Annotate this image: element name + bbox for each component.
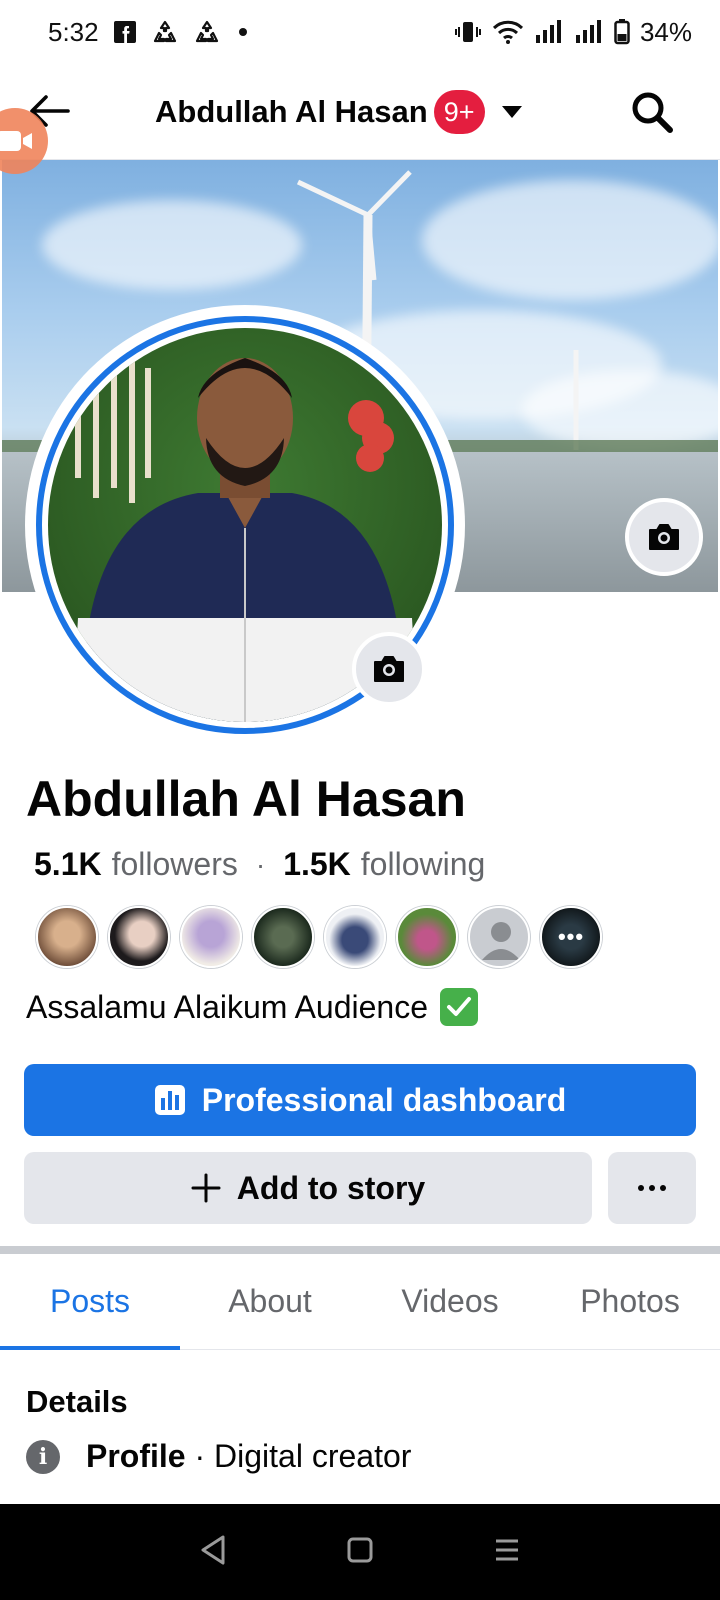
follower-avatar[interactable]: [180, 906, 242, 968]
followers-label[interactable]: followers: [112, 846, 238, 883]
profile-name: Abdullah Al Hasan: [26, 771, 466, 827]
stats-separator: ·: [255, 848, 266, 880]
professional-dashboard-button[interactable]: Professional dashboard: [24, 1064, 696, 1136]
plus-icon: [191, 1173, 221, 1203]
add-to-story-label: Add to story: [236, 1169, 426, 1206]
tab-about[interactable]: About: [180, 1254, 360, 1349]
default-avatar[interactable]: [468, 906, 530, 968]
ellipsis-icon: [638, 1185, 666, 1191]
notification-badge: 9+: [433, 90, 485, 134]
details-value: Digital creator: [214, 1438, 412, 1474]
recycle-icon: [151, 19, 179, 45]
search-button[interactable]: [628, 88, 676, 136]
details-heading: Details: [26, 1384, 128, 1419]
battery-percent: 34%: [639, 16, 692, 47]
nav-title: Abdullah Al Hasan: [155, 94, 428, 129]
video-call-icon: [0, 131, 32, 151]
tab-posts[interactable]: Posts: [0, 1254, 180, 1350]
professional-dashboard-label: Professional dashboard: [201, 1081, 567, 1118]
top-nav: Abdullah Al Hasan 9+: [0, 64, 720, 160]
facebook-icon: [113, 20, 137, 44]
profile-tabs: Posts About Videos Photos: [0, 1254, 720, 1350]
bio: Assalamu Alaikum Audience: [26, 988, 478, 1026]
followers-count[interactable]: 5.1K: [34, 846, 102, 883]
android-nav-bar: [0, 1504, 720, 1600]
tab-photos[interactable]: Photos: [540, 1254, 720, 1349]
more-options-button[interactable]: [608, 1152, 696, 1224]
status-time: 5:32: [48, 16, 99, 47]
camera-icon: [374, 656, 404, 682]
status-bar: 5:32 34%: [0, 0, 720, 64]
more-followers-button[interactable]: •••: [540, 906, 602, 968]
follow-stats: 5.1K followers · 1.5K following: [34, 846, 485, 883]
check-mark-emoji: [440, 988, 478, 1026]
follower-avatars[interactable]: •••: [36, 906, 602, 968]
details-row: i Profile · Digital creator: [26, 1438, 411, 1475]
more-followers-label: •••: [557, 924, 585, 949]
wifi-icon: [492, 19, 524, 45]
signal-icon: [574, 19, 604, 45]
recycle-icon: [193, 19, 221, 45]
recents-menu-icon[interactable]: [493, 1537, 521, 1568]
bio-text: Assalamu Alaikum Audience: [26, 988, 428, 1025]
profile-switcher[interactable]: Abdullah Al Hasan 9+: [155, 88, 523, 136]
following-count[interactable]: 1.5K: [283, 846, 351, 883]
add-to-story-button[interactable]: Add to story: [24, 1152, 592, 1224]
dashboard-icon: [154, 1085, 185, 1115]
follower-avatar[interactable]: [252, 906, 314, 968]
edit-avatar-button[interactable]: [352, 632, 426, 706]
dot-icon: [235, 24, 251, 40]
camera-icon: [649, 524, 679, 550]
info-icon: i: [26, 1439, 60, 1474]
follower-avatar[interactable]: [324, 906, 386, 968]
caret-down-icon: [501, 105, 523, 119]
section-divider: [0, 1246, 720, 1254]
tab-videos[interactable]: Videos: [360, 1254, 540, 1349]
follower-avatar[interactable]: [396, 906, 458, 968]
following-label[interactable]: following: [361, 846, 486, 883]
edit-cover-button[interactable]: [625, 498, 703, 576]
battery-icon: [614, 19, 630, 45]
vibrate-icon: [454, 18, 482, 46]
back-triangle-icon[interactable]: [199, 1535, 227, 1570]
details-label: Profile: [86, 1438, 186, 1474]
follower-avatar[interactable]: [108, 906, 170, 968]
follower-avatar[interactable]: [36, 906, 98, 968]
details-separator: ·: [194, 1438, 206, 1474]
search-icon: [632, 92, 673, 133]
signal-icon: [534, 19, 564, 45]
home-square-icon[interactable]: [346, 1536, 374, 1569]
